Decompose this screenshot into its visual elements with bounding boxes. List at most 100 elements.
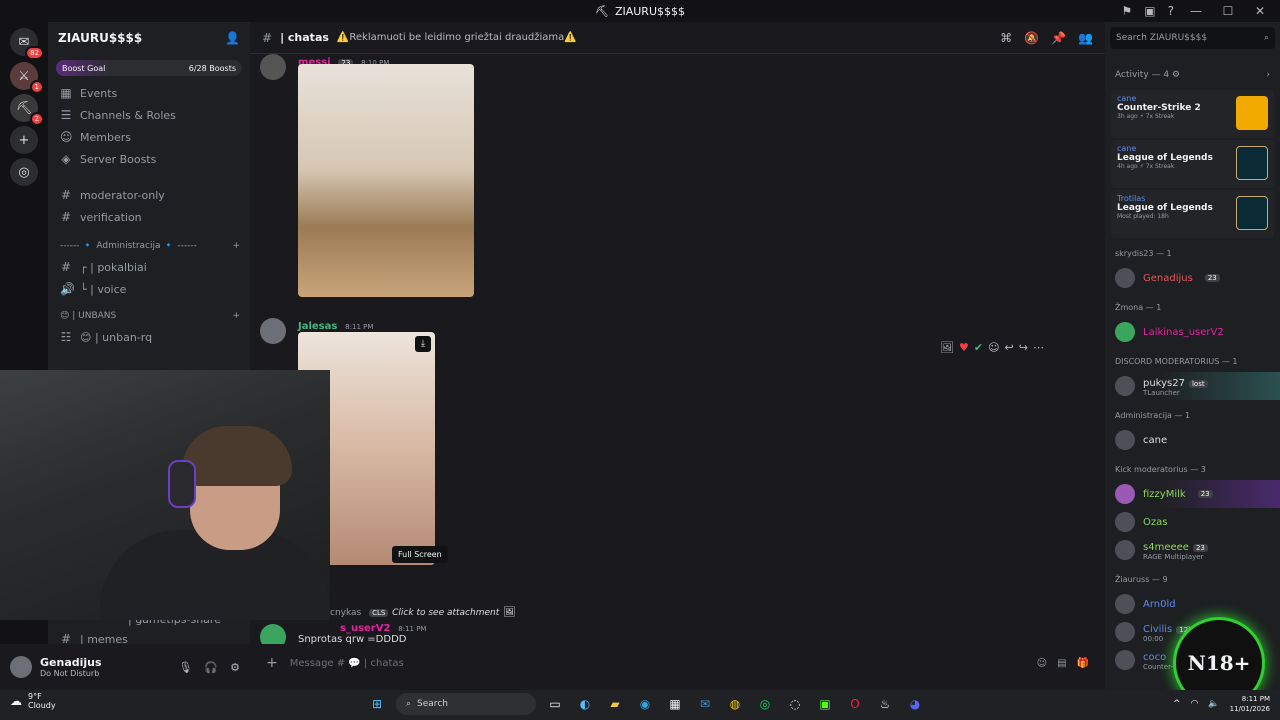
- channel-moderator-only[interactable]: # moderator-only: [48, 184, 250, 206]
- member-group-title: Žiauruss — 9: [1115, 574, 1168, 584]
- minimize-button[interactable]: —: [1186, 4, 1206, 18]
- discover-icon[interactable]: ◎: [10, 158, 38, 186]
- discord-icon[interactable]: ◕: [904, 693, 926, 715]
- member-item[interactable]: Ozas: [1105, 508, 1280, 536]
- wifi-icon[interactable]: ◠: [1191, 699, 1199, 709]
- channel-topic[interactable]: ⚠️Reklamuoti be leidimo griežtai draudži…: [337, 32, 577, 43]
- emoji-icon[interactable]: ☺: [1037, 658, 1047, 669]
- inbox-icon[interactable]: ⚑: [1122, 4, 1133, 18]
- server-icon-1[interactable]: ⚔ 1: [10, 62, 44, 94]
- boost-goal-bar[interactable]: Boost Goal 6/28 Boosts: [56, 60, 242, 76]
- attachment-image[interactable]: [298, 64, 474, 297]
- download-icon[interactable]: ⤓: [415, 336, 431, 352]
- opera-icon[interactable]: O: [844, 693, 866, 715]
- taskbar-apps: ⊞ ⌕ Search ▭ ◐ ▰ ◉ ▦ ✉ ◍ ◎ ◌ ▣ O ♨ ◕: [366, 693, 926, 715]
- message-actions: 🖼 ♥ ✔ ☺ ↩ ↪ ⋯: [940, 338, 1090, 356]
- channel-voice[interactable]: 🔊 └ | voice: [48, 278, 250, 300]
- reply-preview[interactable]: cnykas CLS Click to see attachment 🖼: [330, 604, 516, 618]
- member-item[interactable]: Genadijus 23: [1105, 264, 1280, 292]
- reaction-icon[interactable]: 🖼: [940, 341, 954, 354]
- member-item[interactable]: fizzyMilk 23: [1105, 480, 1280, 508]
- avatar[interactable]: [10, 656, 32, 678]
- headphones-icon[interactable]: 🎧: [204, 661, 218, 674]
- plus-icon[interactable]: +: [232, 241, 240, 251]
- reply-icon[interactable]: ↩: [1005, 341, 1014, 354]
- member-item[interactable]: cane: [1105, 426, 1280, 454]
- plus-icon[interactable]: +: [232, 311, 240, 321]
- store-icon[interactable]: ▦: [664, 693, 686, 715]
- title-bar: ⛏ ZIAURU$$$$ ⚑ ▣ ? — ☐ ✕: [0, 0, 1280, 22]
- spotify-icon[interactable]: ◎: [754, 693, 776, 715]
- chevron-right-icon[interactable]: ›: [1266, 70, 1270, 80]
- file-explorer-icon[interactable]: ▰: [604, 693, 626, 715]
- close-button[interactable]: ✕: [1250, 4, 1270, 18]
- activity-card[interactable]: Trotilas League of Legends Most played: …: [1111, 190, 1274, 238]
- avatar[interactable]: [260, 54, 286, 80]
- category-unbans[interactable]: 😊 | UNBANS +: [48, 306, 250, 326]
- clock[interactable]: 8:11 PM 11/01/2026: [1230, 694, 1270, 714]
- pin-icon[interactable]: 📌: [1051, 31, 1066, 45]
- add-server-icon[interactable]: +: [10, 126, 38, 154]
- start-icon[interactable]: ⊞: [366, 693, 388, 715]
- app-icon-green[interactable]: ▣: [814, 693, 836, 715]
- plus-icon[interactable]: +: [266, 655, 278, 671]
- channel-verification[interactable]: # verification: [48, 206, 250, 228]
- direct-messages-icon[interactable]: ✉ 82: [10, 28, 44, 60]
- outlook-icon[interactable]: ✉: [694, 693, 716, 715]
- add-member-icon[interactable]: 👤: [225, 31, 240, 45]
- member-item[interactable]: s4meeee 23 RAGE Multiplayer: [1105, 536, 1280, 564]
- boost-count: 6/28 Boosts: [188, 63, 236, 73]
- volume-icon[interactable]: 🔈: [1208, 699, 1219, 709]
- notifications-icon[interactable]: 🔕: [1024, 31, 1039, 45]
- microphone-icon[interactable]: 🎙: [178, 661, 192, 674]
- user-name: Genadijus: [40, 656, 102, 669]
- gear-icon[interactable]: ⚙: [230, 661, 240, 674]
- avatar: [1115, 430, 1135, 450]
- app-icon[interactable]: ◌: [784, 693, 806, 715]
- chrome-icon[interactable]: ◍: [724, 693, 746, 715]
- sidebar-item-events[interactable]: ▦ Events: [48, 82, 250, 104]
- avatar[interactable]: [260, 318, 286, 344]
- forward-icon[interactable]: ↪: [1019, 341, 1028, 354]
- member-item[interactable]: Arn0ld: [1105, 590, 1280, 618]
- server-header[interactable]: ZIAURU$$$$ 👤: [48, 22, 250, 54]
- gift-icon[interactable]: 🎁: [1077, 658, 1089, 669]
- more-icon[interactable]: ⋯: [1033, 341, 1044, 354]
- member-list-icon[interactable]: 👥: [1078, 31, 1093, 45]
- maximize-button[interactable]: ☐: [1218, 4, 1238, 18]
- avatar: [1115, 512, 1135, 532]
- edge-icon[interactable]: ◉: [634, 693, 656, 715]
- weather-widget[interactable]: ☁ 9°F Cloudy: [10, 692, 56, 710]
- message-author[interactable]: s_userV2: [340, 623, 390, 634]
- copilot-icon[interactable]: ◐: [574, 693, 596, 715]
- screen-icon[interactable]: ▣: [1144, 4, 1155, 18]
- task-view-icon[interactable]: ▭: [544, 693, 566, 715]
- search-input[interactable]: Search ZIAURU$$$$ ⌕: [1110, 27, 1275, 49]
- avatar[interactable]: [260, 624, 286, 644]
- check-icon[interactable]: ✔: [974, 341, 983, 354]
- help-icon[interactable]: ?: [1168, 4, 1174, 18]
- category-administracija[interactable]: ------ 🔹 Administracija 🔹 ------ +: [48, 236, 250, 256]
- activity-card[interactable]: cane Counter-Strike 2 3h ago ⚡ 7x Streak: [1111, 90, 1274, 138]
- channel-pokalbiai[interactable]: # ┌ | pokalbiai: [48, 256, 250, 278]
- steam-icon[interactable]: ♨: [874, 693, 896, 715]
- add-reaction-icon[interactable]: ☺: [988, 341, 999, 354]
- gear-icon[interactable]: ⚙: [1172, 70, 1180, 80]
- sidebar-item-members[interactable]: ☺ Members: [48, 126, 250, 148]
- member-item[interactable]: pukys27 lost TLauncher: [1105, 372, 1280, 400]
- activity-card[interactable]: cane League of Legends 4h ago ⚡ 7x Strea…: [1111, 140, 1274, 188]
- channel-unban-rq[interactable]: ☷ 😊 | unban-rq: [48, 326, 250, 348]
- message-author[interactable]: Jalesas: [298, 321, 337, 332]
- chevron-up-icon[interactable]: ^: [1173, 699, 1181, 709]
- server-icon-2[interactable]: ⛏ 2: [10, 94, 44, 126]
- avatar: [1115, 540, 1135, 560]
- sidebar-item-channels-roles[interactable]: ☰ Channels & Roles: [48, 104, 250, 126]
- sidebar-item-server-boosts[interactable]: ◈ Server Boosts: [48, 148, 250, 170]
- threads-icon[interactable]: ⌘: [1000, 31, 1012, 45]
- activity-header[interactable]: Activity — 4 ⚙ ›: [1105, 62, 1280, 88]
- message-input[interactable]: Message # 💬 | chatas: [290, 658, 404, 669]
- heart-icon[interactable]: ♥: [959, 341, 969, 354]
- member-item[interactable]: Laikinas_userV2: [1105, 318, 1280, 346]
- taskbar-search[interactable]: ⌕ Search: [396, 693, 536, 715]
- sticker-icon[interactable]: ▤: [1057, 658, 1066, 669]
